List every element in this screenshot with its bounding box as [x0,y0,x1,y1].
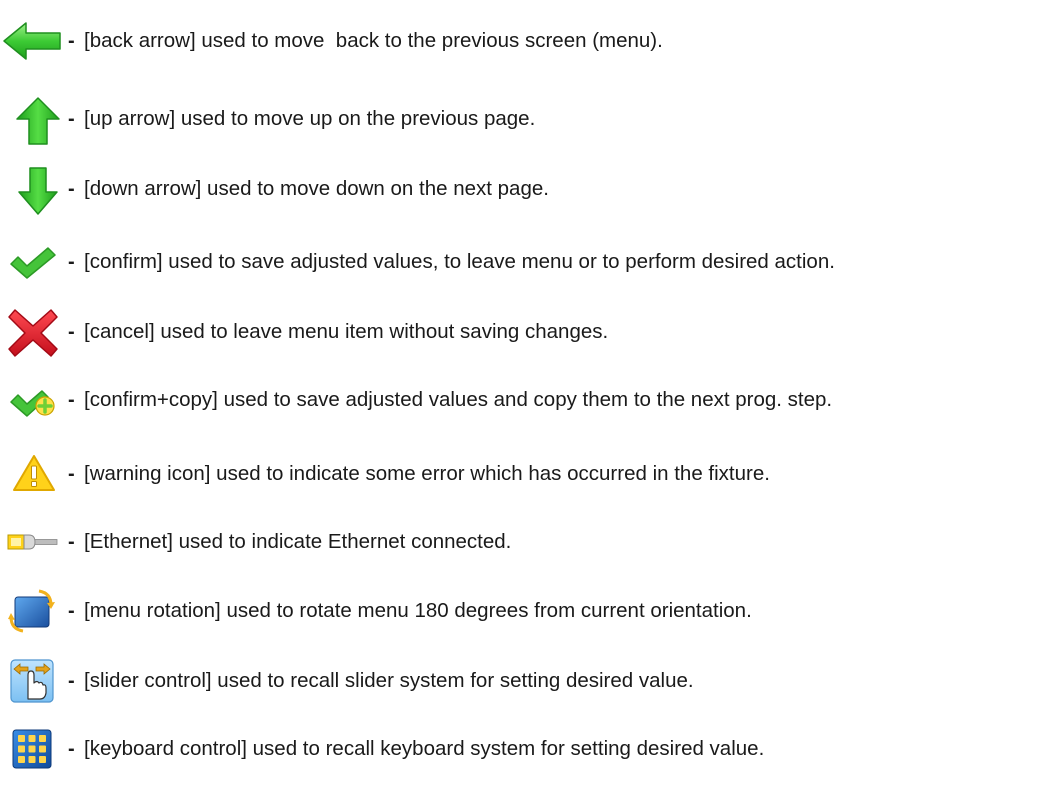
legend-item-text: [menu rotation] used to rotate menu 180 … [84,599,752,622]
legend-item-text: [confirm] used to save adjusted values, … [84,250,835,273]
legend-item-text: [up arrow] used to move up on the previo… [84,107,536,130]
legend-item-text: [back arrow] used to move back to the pr… [84,29,663,52]
down-arrow-icon [0,165,90,215]
legend-dash: - [68,600,75,622]
legend-dash: - [68,108,75,130]
legend-dash: - [68,531,75,553]
back-arrow-icon [0,17,90,65]
legend-dash: - [68,738,75,760]
warning-icon [0,450,90,498]
legend-item-text: [keyboard control] used to recall keyboa… [84,737,765,760]
confirm-icon [0,238,90,286]
legend-dash: - [68,30,75,52]
slider-control-icon [0,657,90,705]
keyboard-control-icon [0,725,90,773]
confirm-copy-icon [0,376,90,424]
legend-item-text: [Ethernet] used to indicate Ethernet con… [84,530,512,553]
cancel-icon [0,308,90,357]
legend-dash: - [68,389,75,411]
ethernet-icon [0,518,90,566]
legend-item-text: [confirm+copy] used to save adjusted val… [84,388,833,411]
legend-item-text: [slider control] used to recall slider s… [84,669,694,692]
legend-item-text: [warning icon] used to indicate some err… [84,462,770,485]
legend-item-text: [down arrow] used to move down on the ne… [84,177,549,200]
legend-dash: - [68,251,75,273]
legend-dash: - [68,321,75,343]
menu-rotation-icon [0,587,90,635]
legend-dash: - [68,463,75,485]
up-arrow-icon [0,95,90,145]
legend-dash: - [68,670,75,692]
legend-item-text: [cancel] used to leave menu item without… [84,320,609,343]
legend-dash: - [68,178,75,200]
